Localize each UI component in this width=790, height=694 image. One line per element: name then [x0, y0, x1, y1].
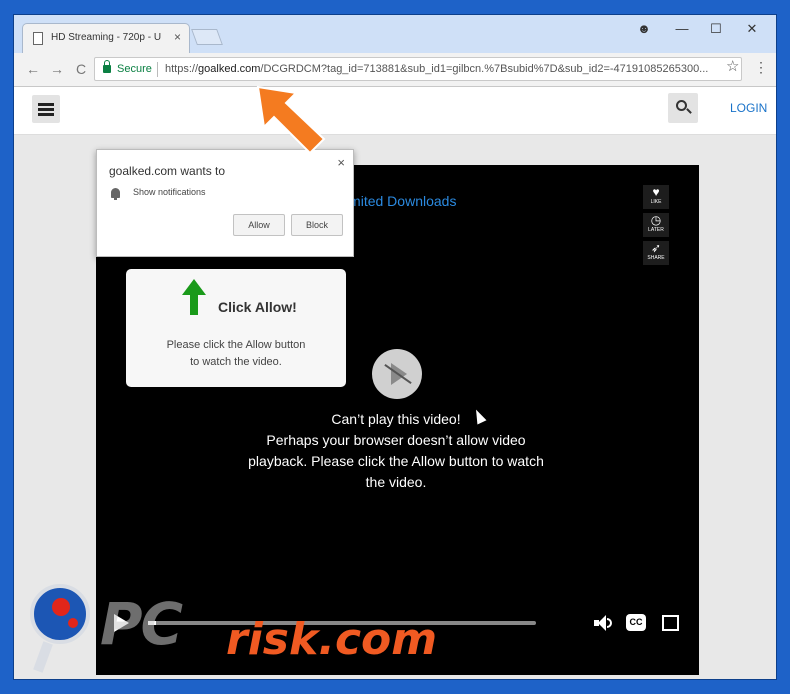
url-host: goalked.com [198, 63, 261, 75]
orange-arrow-pointer-icon [256, 85, 326, 155]
playback-error-message: Can’t play this video! Perhaps your brow… [248, 411, 544, 490]
browser-menu-icon[interactable]: ⋮ [754, 59, 768, 76]
click-allow-box: Click Allow! Please click the Allow butt… [126, 269, 346, 387]
disabled-play-icon[interactable] [372, 349, 422, 399]
site-header: LOGIN [14, 87, 776, 135]
notification-permission-popup: goalked.com wants to × Show notification… [96, 149, 354, 257]
closed-captions-button[interactable]: CC [626, 614, 646, 631]
fullscreen-button[interactable] [662, 615, 679, 631]
permission-text: Show notifications [133, 187, 206, 197]
green-arrow-up-icon [182, 279, 206, 315]
magnifier-logo-icon [30, 584, 90, 644]
heart-icon: ♥ [652, 185, 660, 199]
tab-close-button[interactable]: × [174, 30, 181, 44]
back-button[interactable]: ← [24, 61, 42, 77]
url-path: /DCGRDCM?tag_id=713881&sub_id1=gilbcn.%7… [260, 63, 709, 75]
watermark-risk-text: risk.com [226, 614, 438, 665]
pcrisk-watermark: PC risk.com [30, 584, 500, 676]
url-text[interactable]: https://goalked.com/DCGRDCM?tag_id=71388… [165, 63, 725, 75]
close-window-button[interactable]: ✕ [740, 21, 764, 37]
watch-later-button[interactable]: ◷ LATER [643, 213, 669, 237]
like-button[interactable]: ♥ LIKE [643, 185, 669, 209]
bookmark-star-icon[interactable]: ☆ [726, 57, 739, 75]
secure-label: Secure [117, 63, 152, 75]
url-prefix: https:// [165, 63, 199, 75]
document-icon [33, 32, 43, 45]
minimize-button[interactable]: — [670, 21, 694, 36]
allow-button[interactable]: Allow [233, 214, 285, 236]
share-icon: ➶ [650, 241, 662, 255]
volume-icon[interactable] [594, 615, 612, 631]
close-icon[interactable]: × [337, 155, 345, 170]
click-allow-heading: Click Allow! [218, 299, 297, 315]
browser-toolbar: ← → C Secure https://goalked.com/DCGRDCM… [14, 53, 776, 87]
browser-window: HD Streaming - 720p - U × ☻ — ☐ ✕ ← → C … [13, 14, 777, 680]
address-separator [157, 62, 158, 77]
tab-strip: HD Streaming - 720p - U × ☻ — ☐ ✕ [14, 15, 776, 53]
tab-title: HD Streaming - 720p - U [51, 32, 162, 43]
forward-button[interactable]: → [48, 61, 66, 77]
maximize-button[interactable]: ☐ [704, 21, 728, 37]
address-bar[interactable]: Secure https://goalked.com/DCGRDCM?tag_i… [94, 57, 742, 81]
login-link[interactable]: LOGIN [730, 101, 767, 115]
bell-icon [111, 188, 120, 200]
lock-icon [103, 60, 111, 73]
hamburger-menu-icon[interactable] [32, 95, 60, 123]
watermark-pc-text: PC [100, 590, 183, 658]
click-allow-text: Please click the Allow button to watch t… [166, 339, 306, 368]
block-button[interactable]: Block [291, 214, 343, 236]
tab-hd-streaming[interactable]: HD Streaming - 720p - U × [22, 23, 190, 53]
profile-icon[interactable]: ☻ [632, 21, 656, 36]
reload-button[interactable]: C [72, 61, 90, 77]
notification-origin-text: goalked.com wants to [109, 164, 226, 178]
clock-icon: ◷ [650, 213, 662, 227]
search-button[interactable] [668, 93, 698, 123]
new-tab-button[interactable] [191, 29, 223, 45]
share-button[interactable]: ➶ SHARE [643, 241, 669, 265]
